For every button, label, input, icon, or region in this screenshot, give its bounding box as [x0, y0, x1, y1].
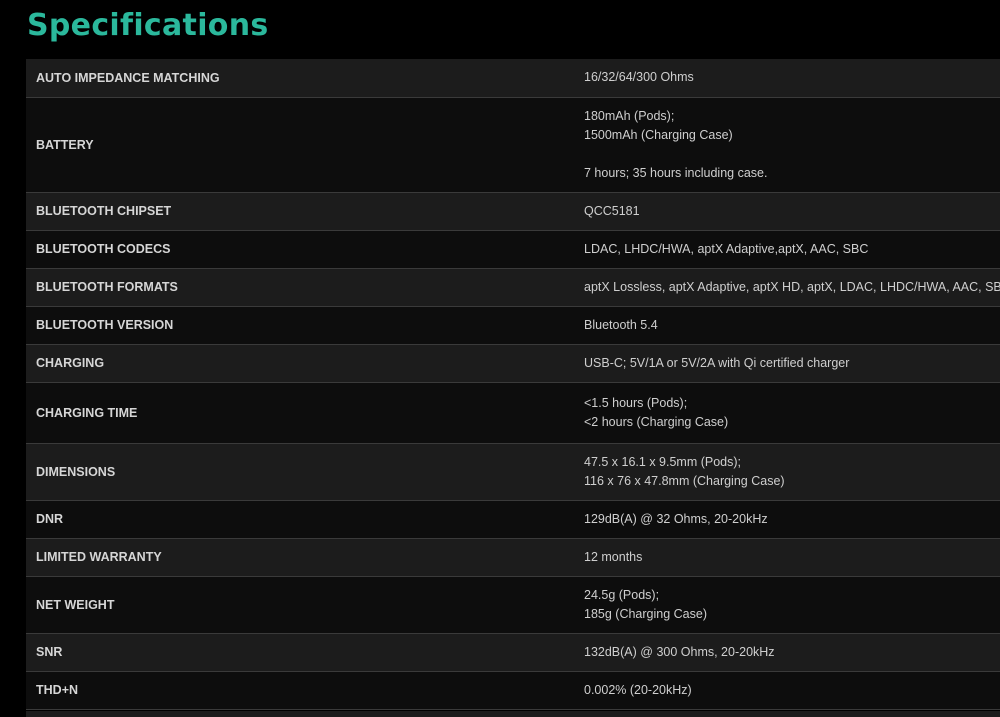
spec-row: NET WEIGHT 24.5g (Pods); 185g (Charging Ca… [26, 576, 1000, 634]
spec-value: 129dB(A) @ 32 Ohms, 20-20kHz [584, 500, 1000, 539]
spec-label: BATTERY [26, 97, 584, 193]
spec-row: BLUETOOTH VERSION Bluetooth 5.4 [26, 306, 1000, 345]
spec-value: 47.5 x 16.1 x 9.5mm (Pods); 116 x 76 x 47… [584, 443, 1000, 501]
spec-value: 16/32/64/300 Ohms [584, 59, 1000, 98]
spec-value: 24.5g (Pods); 185g (Charging Case) [584, 576, 1000, 634]
spec-row: SNR 132dB(A) @ 300 Ohms, 20-20kHz [26, 633, 1000, 672]
spec-value-line: 185g (Charging Case) [584, 606, 707, 621]
spec-value-line: 47.5 x 16.1 x 9.5mm (Pods); [584, 454, 742, 469]
spec-value: <1.5 hours (Pods); <2 hours (Charging Cas… [584, 382, 1000, 444]
spec-value-line: Bluetooth 5.4 [584, 317, 658, 332]
spec-row: CHARGING USB-C; 5V/1A or 5V/2A with Qi ce… [26, 344, 1000, 383]
spec-value: 132dB(A) @ 300 Ohms, 20-20kHz [584, 633, 1000, 672]
spec-row: DIMENSIONS 47.5 x 16.1 x 9.5mm (Pods); 116… [26, 443, 1000, 501]
specifications-table: AUTO IMPEDANCE MATCHING 16/32/64/300 Ohms… [26, 59, 1000, 710]
spec-row: CHARGING TIME <1.5 hours (Pods); <2 hours … [26, 382, 1000, 444]
spec-value-line: 24.5g (Pods); [584, 587, 660, 602]
spec-row: BATTERY 180mAh (Pods); 1500mAh (Charging C… [26, 97, 1000, 193]
spec-value: QCC5181 [584, 192, 1000, 231]
spec-label: BLUETOOTH CHIPSET [26, 192, 584, 231]
spec-value-line: 0.002% (20-20kHz) [584, 682, 692, 697]
spec-value-line: QCC5181 [584, 203, 640, 218]
spec-label: BLUETOOTH FORMATS [26, 268, 584, 307]
page-title: Specifications [27, 8, 269, 43]
spec-value: 180mAh (Pods); 1500mAh (Charging Case) 7 h… [584, 97, 1000, 193]
spec-row: DNR 129dB(A) @ 32 Ohms, 20-20kHz [26, 500, 1000, 539]
spec-row: BLUETOOTH CHIPSET QCC5181 [26, 192, 1000, 231]
spec-row: AUTO IMPEDANCE MATCHING 16/32/64/300 Ohms [26, 59, 1000, 98]
spec-label: DNR [26, 500, 584, 539]
spec-value-line: 129dB(A) @ 32 Ohms, 20-20kHz [584, 511, 768, 526]
spec-value-line: 7 hours; 35 hours including case. [584, 165, 768, 180]
spec-value-line: USB-C; 5V/1A or 5V/2A with Qi certified … [584, 355, 850, 370]
spec-value-line: 180mAh (Pods); [584, 108, 675, 123]
table-continuation [26, 711, 1000, 717]
spec-label: BLUETOOTH VERSION [26, 306, 584, 345]
specifications-table-body: AUTO IMPEDANCE MATCHING 16/32/64/300 Ohms… [26, 59, 1000, 710]
spec-value-line: 12 months [584, 549, 643, 564]
spec-value-line: 1500mAh (Charging Case) [584, 127, 733, 142]
spec-label: THD+N [26, 671, 584, 710]
spec-label: AUTO IMPEDANCE MATCHING [26, 59, 584, 98]
spec-label: CHARGING [26, 344, 584, 383]
spec-value-line: LDAC, LHDC/HWA, aptX Adaptive,aptX, AAC,… [584, 241, 869, 256]
spec-value-line: 16/32/64/300 Ohms [584, 70, 694, 85]
spec-value: USB-C; 5V/1A or 5V/2A with Qi certified … [584, 344, 1000, 383]
spec-label: LIMITED WARRANTY [26, 538, 584, 577]
spec-label: SNR [26, 633, 584, 672]
spec-value: 12 months [584, 538, 1000, 577]
spec-value: LDAC, LHDC/HWA, aptX Adaptive,aptX, AAC,… [584, 230, 1000, 269]
spec-label: NET WEIGHT [26, 576, 584, 634]
spec-label: BLUETOOTH CODECS [26, 230, 584, 269]
spec-row: BLUETOOTH CODECS LDAC, LHDC/HWA, aptX Ada… [26, 230, 1000, 269]
spec-label: DIMENSIONS [26, 443, 584, 501]
spec-value-line: 132dB(A) @ 300 Ohms, 20-20kHz [584, 644, 775, 659]
spec-row: THD+N 0.002% (20-20kHz) [26, 671, 1000, 710]
spec-row: BLUETOOTH FORMATS aptX Lossless, aptX Ada… [26, 268, 1000, 307]
spec-value: 0.002% (20-20kHz) [584, 671, 1000, 710]
spec-value-line [584, 145, 1000, 164]
spec-row: LIMITED WARRANTY 12 months [26, 538, 1000, 577]
spec-value-line: <1.5 hours (Pods); [584, 395, 688, 410]
spec-value-line: <2 hours (Charging Case) [584, 414, 729, 429]
specifications-page: Specifications AUTO IMPEDANCE MATCHING 16… [0, 0, 1000, 717]
spec-label: CHARGING TIME [26, 382, 584, 444]
spec-value: aptX Lossless, aptX Adaptive, aptX HD, a… [584, 268, 1000, 307]
spec-value-line: 116 x 76 x 47.8mm (Charging Case) [584, 473, 785, 488]
spec-value-line: aptX Lossless, aptX Adaptive, aptX HD, a… [584, 279, 1000, 294]
spec-value: Bluetooth 5.4 [584, 306, 1000, 345]
